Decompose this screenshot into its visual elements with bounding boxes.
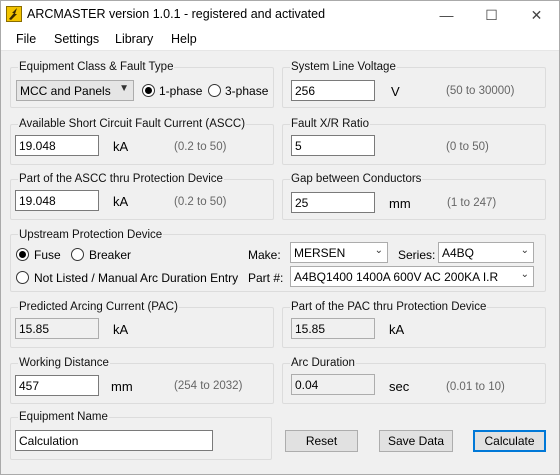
ascc-group: Available Short Circuit Fault Current (A…: [10, 118, 274, 165]
maximize-button[interactable]: ☐: [469, 1, 514, 29]
group-label: Predicted Arcing Current (PAC): [18, 301, 179, 313]
breaker-radio[interactable]: [71, 248, 84, 261]
equipment-class-group: Equipment Class & Fault Type MCC and Pan…: [10, 61, 274, 108]
working-distance-unit: mm: [111, 379, 133, 394]
line-voltage-group: System Line Voltage 256 V (50 to 30000): [282, 61, 546, 108]
upstream-device-group: Upstream Protection Device Fuse Breaker …: [10, 229, 546, 292]
part-dropdown[interactable]: A4BQ1400 1400A 600V AC 200KA I.R ⌄: [290, 266, 534, 287]
pac-thru-readout: 15.85: [291, 318, 375, 339]
arc-duration-readout: 0.04: [291, 374, 375, 395]
make-dropdown[interactable]: MERSEN ⌄: [290, 242, 388, 263]
chevron-down-icon: ⌄: [520, 269, 529, 280]
part-label: Part #:: [248, 271, 284, 285]
gap-group: Gap between Conductors 25 mm (1 to 247): [282, 173, 546, 220]
ascc-thru-unit: kA: [113, 194, 129, 209]
save-data-button[interactable]: Save Data: [379, 430, 453, 452]
calculate-button[interactable]: Calculate: [473, 430, 546, 452]
chevron-down-icon: ▼: [119, 83, 129, 94]
working-distance-input[interactable]: 457: [15, 375, 99, 396]
minimize-button[interactable]: —: [424, 1, 469, 29]
title-bar[interactable]: ARCMASTER version 1.0.1 - registered and…: [1, 1, 559, 29]
xr-ratio-group: Fault X/R Ratio 5 (0 to 50): [282, 118, 546, 165]
app-window: ARCMASTER version 1.0.1 - registered and…: [0, 0, 560, 475]
ascc-thru-group: Part of the ASCC thru Protection Device …: [10, 173, 274, 220]
line-voltage-input[interactable]: 256: [291, 80, 375, 101]
equipment-name-input[interactable]: Calculation: [15, 430, 213, 451]
series-label: Series:: [398, 248, 436, 262]
make-label: Make:: [248, 248, 281, 262]
voltage-range: (50 to 30000): [446, 85, 515, 97]
menu-file[interactable]: File: [16, 32, 36, 46]
ascc-unit: kA: [113, 139, 129, 154]
fuse-label[interactable]: Fuse: [34, 248, 61, 262]
xr-ratio-input[interactable]: 5: [291, 135, 375, 156]
chevron-down-icon: ⌄: [374, 245, 383, 256]
reset-button[interactable]: Reset: [285, 430, 358, 452]
arc-duration-range: (0.01 to 10): [446, 381, 505, 393]
dropdown-value: MCC and Panels: [20, 84, 111, 98]
group-label: System Line Voltage: [290, 61, 397, 73]
gap-unit: mm: [389, 196, 411, 211]
menu-settings[interactable]: Settings: [54, 32, 99, 46]
xr-ratio-range: (0 to 50): [446, 141, 489, 153]
phase-1-label[interactable]: 1-phase: [159, 84, 202, 98]
pac-readout: 15.85: [15, 318, 99, 339]
dropdown-value: MERSEN: [294, 246, 346, 260]
group-label: Gap between Conductors: [290, 173, 423, 185]
equipment-class-dropdown[interactable]: MCC and Panels ▼: [16, 80, 134, 101]
dropdown-value: A4BQ: [442, 246, 475, 260]
pac-group: Predicted Arcing Current (PAC) 15.85 kA: [10, 301, 274, 348]
lightning-icon: [6, 6, 22, 22]
phase-3-label[interactable]: 3-phase: [225, 84, 268, 98]
voltage-unit: V: [391, 84, 400, 99]
menu-bar: File Settings Library Help: [1, 29, 559, 51]
chevron-down-icon: ⌄: [520, 245, 529, 256]
group-label: Equipment Name: [18, 411, 109, 423]
ascc-range: (0.2 to 50): [174, 141, 227, 153]
pac-thru-unit: kA: [389, 322, 405, 337]
dropdown-value: A4BQ1400 1400A 600V AC 200KA I.R: [294, 270, 499, 284]
working-distance-range: (254 to 2032): [174, 380, 243, 392]
menu-library[interactable]: Library: [115, 32, 153, 46]
arc-duration-unit: sec: [389, 379, 410, 394]
menu-help[interactable]: Help: [171, 32, 197, 46]
series-dropdown[interactable]: A4BQ ⌄: [438, 242, 534, 263]
group-label: Working Distance: [18, 357, 110, 369]
breaker-label[interactable]: Breaker: [89, 248, 131, 262]
not-listed-label[interactable]: Not Listed / Manual Arc Duration Entry: [34, 271, 238, 285]
equipment-name-group: Equipment Name Calculation: [10, 411, 272, 460]
close-button[interactable]: ✕: [514, 1, 559, 29]
not-listed-radio[interactable]: [16, 271, 29, 284]
gap-input[interactable]: 25: [291, 192, 375, 213]
group-label: Arc Duration: [290, 357, 356, 369]
phase-1-radio[interactable]: [142, 84, 155, 97]
working-distance-group: Working Distance 457 mm (254 to 2032): [10, 357, 274, 404]
fuse-radio[interactable]: [16, 248, 29, 261]
phase-3-radio[interactable]: [208, 84, 221, 97]
group-label: Upstream Protection Device: [18, 229, 164, 241]
window-title: ARCMASTER version 1.0.1 - registered and…: [27, 7, 326, 21]
ascc-input[interactable]: 19.048: [15, 135, 99, 156]
group-label: Part of the PAC thru Protection Device: [290, 301, 488, 313]
pac-unit: kA: [113, 322, 129, 337]
pac-thru-group: Part of the PAC thru Protection Device 1…: [282, 301, 546, 348]
ascc-thru-range: (0.2 to 50): [174, 196, 227, 208]
ascc-thru-input[interactable]: 19.048: [15, 190, 99, 211]
arc-duration-group: Arc Duration 0.04 sec (0.01 to 10): [282, 357, 546, 404]
group-label: Equipment Class & Fault Type: [18, 61, 175, 73]
group-label: Part of the ASCC thru Protection Device: [18, 173, 224, 185]
group-label: Fault X/R Ratio: [290, 118, 370, 130]
group-label: Available Short Circuit Fault Current (A…: [18, 118, 247, 130]
gap-range: (1 to 247): [447, 197, 497, 209]
